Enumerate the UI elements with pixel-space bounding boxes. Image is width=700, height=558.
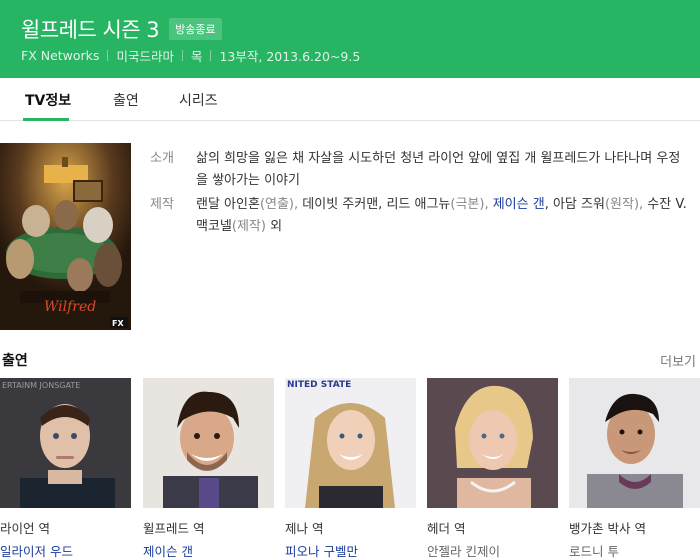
production-link-jason-gann[interactable]: 제이슨 갠 bbox=[493, 197, 545, 212]
cast-role: 윌프레드 역 bbox=[143, 521, 205, 536]
production-writers: 데이빗 주커맨, 리드 애그뉴 bbox=[302, 197, 451, 212]
meta-divider bbox=[107, 50, 109, 61]
cast-photo[interactable] bbox=[143, 378, 274, 508]
production-etc: 외 bbox=[270, 219, 283, 234]
meta-network: FX Networks bbox=[21, 48, 100, 63]
meta-divider bbox=[210, 50, 212, 61]
cast-item[interactable]: 윌프레드 역 제이슨 갠 bbox=[143, 378, 274, 558]
production-original: , 아담 즈워 bbox=[544, 197, 605, 212]
program-title[interactable]: 윌프레드 시즌 3 bbox=[21, 14, 160, 44]
cast-photo[interactable] bbox=[427, 378, 558, 508]
more-cast-link[interactable]: 더보기 bbox=[660, 351, 696, 370]
status-badge: 방송종료 bbox=[169, 18, 222, 40]
tab-bar: TV정보 출연 시리즈 bbox=[0, 78, 700, 121]
poster-image[interactable]: Wilfred FX bbox=[0, 143, 131, 330]
cast-actor-link[interactable]: 피오나 구벨만 bbox=[285, 541, 416, 558]
tab-series[interactable]: 시리즈 bbox=[179, 90, 218, 110]
production-note: (제작) bbox=[231, 219, 271, 234]
cast-role: 뱅가촌 박사 역 bbox=[569, 521, 646, 536]
cast-item[interactable]: NITED STATE 제나 역 피오나 구벨만 bbox=[285, 378, 416, 558]
cast-section-title: 출연 bbox=[2, 353, 28, 369]
cast-role: 헤더 역 bbox=[427, 521, 466, 536]
cast-actor-link[interactable]: 제이슨 갠 bbox=[143, 541, 274, 558]
production-text: 랜달 아인혼(연출), 데이빗 주커맨, 리드 애그뉴(극본), 제이슨 갠, … bbox=[196, 194, 690, 238]
title-row: 윌프레드 시즌 3 방송종료 bbox=[21, 14, 222, 44]
meta-divider bbox=[181, 50, 183, 61]
cast-item[interactable]: ERTAINM JONSGATE 라이언 역 일라이저 우드 bbox=[0, 378, 131, 558]
actor-photo bbox=[143, 378, 274, 508]
cast-photo[interactable]: NITED STATE bbox=[285, 378, 416, 508]
active-tab-indicator bbox=[23, 118, 69, 121]
production-director: 랜달 아인혼 bbox=[196, 197, 260, 212]
production-note: (극본), bbox=[450, 197, 493, 212]
cast-item[interactable]: 헤더 역 안젤라 킨제이 bbox=[427, 378, 558, 558]
cast-actor-name: 안젤라 킨제이 bbox=[427, 544, 500, 558]
poster-artwork: Wilfred FX bbox=[0, 143, 131, 330]
production-note: (원작), bbox=[604, 197, 648, 212]
cast-item[interactable]: 뱅가촌 박사 역 로드니 투 bbox=[569, 378, 700, 558]
production-note: (연출), bbox=[259, 197, 303, 212]
info-production-row: 제작 랜달 아인혼(연출), 데이빗 주커맨, 리드 애그뉴(극본), 제이슨 … bbox=[150, 194, 690, 238]
poster-title-text: Wilfred bbox=[44, 299, 96, 315]
cast-list: ERTAINM JONSGATE 라이언 역 일라이저 우드 윌프레드 역 제이… bbox=[0, 378, 700, 558]
program-meta: FX Networks 미국드라마 목 13부작, 2013.6.20~9.5 bbox=[21, 46, 360, 65]
tab-cast[interactable]: 출연 bbox=[113, 90, 139, 110]
actor-photo bbox=[569, 378, 700, 508]
cast-photo[interactable]: ERTAINM JONSGATE bbox=[0, 378, 131, 508]
cast-photo[interactable] bbox=[569, 378, 700, 508]
meta-airday: 목 bbox=[190, 49, 203, 64]
backdrop-text: NITED STATE bbox=[287, 380, 351, 390]
cast-role: 제나 역 bbox=[285, 521, 324, 536]
info-intro-row: 소개 삶의 희망을 잃은 채 자살을 시도하던 청년 라이언 앞에 옆집 개 윌… bbox=[150, 148, 690, 192]
program-info: 소개 삶의 희망을 잃은 채 자살을 시도하던 청년 라이언 앞에 옆집 개 윌… bbox=[150, 148, 690, 240]
program-header: 윌프레드 시즌 3 방송종료 FX Networks 미국드라마 목 13부작,… bbox=[0, 0, 700, 78]
intro-text: 삶의 희망을 잃은 채 자살을 시도하던 청년 라이언 앞에 옆집 개 윌프레드… bbox=[196, 151, 681, 188]
actor-photo bbox=[427, 378, 558, 508]
poster-fx-logo: FX bbox=[112, 319, 124, 328]
cast-role: 라이언 역 bbox=[0, 521, 50, 536]
backdrop-text: ERTAINM JONSGATE bbox=[2, 381, 80, 390]
actor-photo: NITED STATE bbox=[285, 378, 416, 508]
meta-episodes: 13부작, 2013.6.20~9.5 bbox=[219, 49, 361, 64]
intro-label: 소개 bbox=[150, 151, 174, 166]
cast-actor-name: 로드니 투 bbox=[569, 544, 619, 558]
production-label: 제작 bbox=[150, 197, 174, 212]
cast-actor-link[interactable]: 일라이저 우드 bbox=[0, 541, 131, 558]
meta-genre: 미국드라마 bbox=[116, 49, 174, 64]
actor-photo: ERTAINM JONSGATE bbox=[0, 378, 131, 508]
tab-tv-info[interactable]: TV정보 bbox=[25, 90, 71, 110]
